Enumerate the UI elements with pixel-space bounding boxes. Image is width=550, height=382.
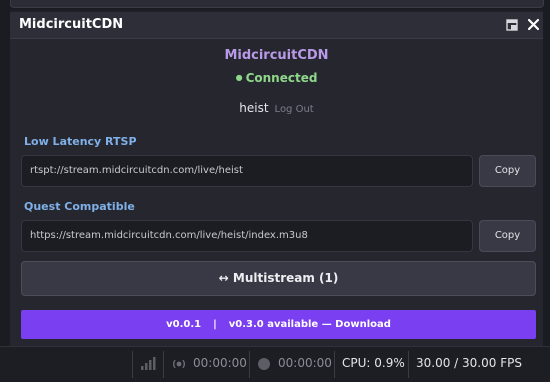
dock-title: MidcircuitCDN (19, 17, 124, 32)
stream-time: 00:00:00 (193, 356, 247, 370)
user-row: heist Log Out (10, 101, 543, 115)
rtsp-label: Low Latency RTSP (24, 135, 137, 148)
undock-icon[interactable] (506, 19, 518, 31)
midcircuit-dock: MidcircuitCDN MidcircuitCDN ● Connected h… (10, 12, 543, 346)
status-text: Connected (245, 71, 318, 85)
multistream-button[interactable]: ↔ Multistream (1) (21, 261, 536, 296)
update-banner: v0.0.1 | v0.3.0 available — Download (21, 310, 536, 339)
quest-label: Quest Compatible (24, 200, 135, 213)
logout-link[interactable]: Log Out (275, 104, 314, 115)
rtsp-copy-button[interactable]: Copy (479, 155, 536, 187)
top-panel-edge (0, 0, 550, 10)
version-separator: | (213, 319, 217, 330)
stream-broadcast-icon (173, 359, 185, 369)
status-divider (334, 351, 335, 378)
rtsp-url-field[interactable]: rtspt://stream.midcircuitcdn.com/live/he… (21, 155, 473, 187)
status-divider (249, 351, 250, 378)
cpu-usage: CPU: 0.9% (342, 356, 405, 370)
update-download-link[interactable]: v0.3.0 available — Download (229, 319, 391, 330)
quest-url-field[interactable]: https://stream.midcircuitcdn.com/live/he… (21, 220, 473, 252)
connection-status: ● Connected (10, 71, 543, 85)
record-time: 00:00:00 (278, 356, 332, 370)
record-icon (258, 358, 270, 370)
dock-title-bar[interactable]: MidcircuitCDN (10, 12, 543, 39)
status-divider (408, 351, 409, 378)
current-version: v0.0.1 (166, 319, 202, 330)
status-divider (163, 351, 164, 378)
fps-readout: 30.00 / 30.00 FPS (416, 356, 522, 370)
status-bar: 00:00:00 00:00:00 CPU: 0.9% 30.00 / 30.0… (0, 346, 550, 382)
close-icon[interactable] (527, 18, 540, 31)
right-panel-edge (543, 10, 550, 346)
brand-title: MidcircuitCDN (224, 48, 329, 63)
left-panel-edge (0, 10, 10, 346)
signal-bars-icon (141, 357, 156, 370)
status-dot-icon: ● (235, 73, 243, 82)
username: heist (239, 101, 269, 115)
top-panel (10, 0, 544, 8)
status-divider (132, 351, 133, 378)
quest-copy-button[interactable]: Copy (479, 220, 536, 252)
